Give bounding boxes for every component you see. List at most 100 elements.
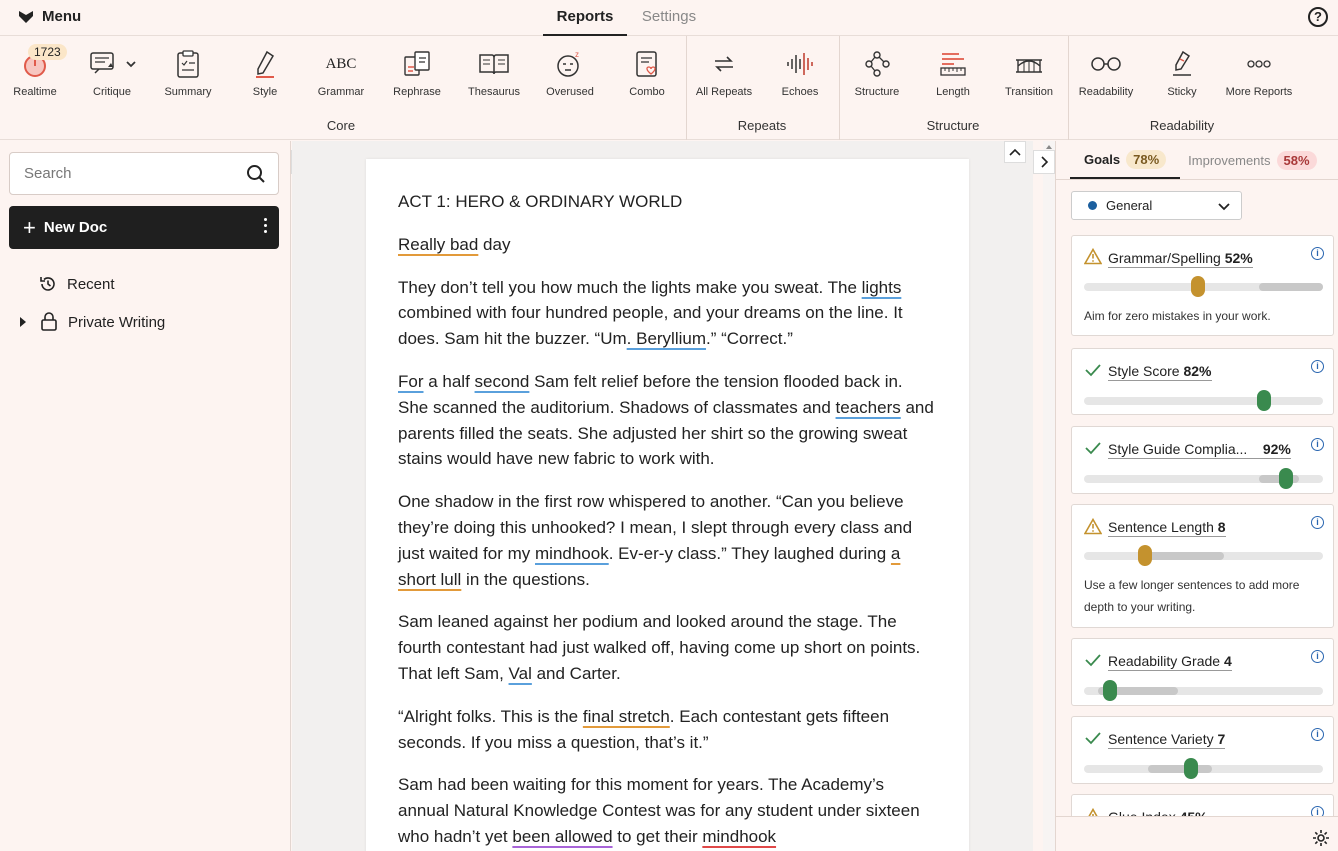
length-label: Length <box>936 86 970 98</box>
goal-profile-select[interactable]: General <box>1071 191 1242 220</box>
goal-slider[interactable] <box>1084 680 1323 701</box>
collapse-ribbon-button[interactable] <box>1004 141 1026 163</box>
all-repeats-button[interactable]: All Repeats <box>686 46 762 98</box>
check-icon <box>1085 442 1101 455</box>
info-icon[interactable]: i <box>1311 516 1324 529</box>
menu-button[interactable]: Menu <box>18 8 81 25</box>
slider-knob[interactable] <box>1138 545 1152 566</box>
report-ribbon: Realtime 1723 Critique Summary Style ABC… <box>0 36 1338 140</box>
highlight-phrase[interactable]: . Beryllium <box>627 329 706 348</box>
highlight-phrase[interactable]: For <box>398 372 424 391</box>
check-icon <box>1085 364 1101 377</box>
highlight-phrase[interactable]: teachers <box>836 398 901 417</box>
document-area: ACT 1: HERO & ORDINARY WORLD Really bad … <box>292 141 1033 851</box>
sticky-button[interactable]: Sticky <box>1144 46 1220 98</box>
tab-reports[interactable]: Reports <box>543 0 627 36</box>
help-icon[interactable]: ? <box>1308 7 1328 27</box>
collapse-right-panel-button[interactable] <box>1033 150 1055 174</box>
goal-card-sentence-variety[interactable]: Sentence Variety 7 i <box>1071 716 1334 784</box>
echoes-button[interactable]: Echoes <box>762 46 838 98</box>
goal-card-style-guide[interactable]: Style Guide Complia... 92% i <box>1071 426 1334 494</box>
glasses-icon <box>1091 57 1121 71</box>
more-vertical-icon[interactable] <box>264 218 267 233</box>
logo-icon <box>19 10 33 23</box>
sticky-label: Sticky <box>1167 86 1197 98</box>
select-value: General <box>1106 198 1153 213</box>
goal-card-style-score[interactable]: Style Score 82% i <box>1071 348 1334 415</box>
highlight-phrase[interactable]: Really bad <box>398 235 478 254</box>
structure-button[interactable]: Structure <box>839 46 915 98</box>
goal-title: Grammar/Spelling <box>1108 250 1221 266</box>
grammar-button[interactable]: ABC Grammar <box>303 46 379 99</box>
check-icon <box>1085 732 1101 745</box>
overused-label: Overused <box>546 86 594 98</box>
text-run: a half <box>423 371 475 391</box>
more-reports-label: More Reports <box>1225 86 1293 98</box>
highlight-phrase[interactable]: final stretch <box>583 707 670 726</box>
combo-button[interactable]: Combo <box>609 46 685 98</box>
summary-button[interactable]: Summary <box>150 46 226 98</box>
goal-slider[interactable] <box>1084 390 1323 411</box>
slider-knob[interactable] <box>1191 276 1205 297</box>
highlight-phrase[interactable]: Val <box>509 664 532 683</box>
slider-knob[interactable] <box>1257 390 1271 411</box>
thesaurus-button[interactable]: Thesaurus <box>456 46 532 98</box>
info-icon[interactable]: i <box>1311 650 1324 663</box>
abc-icon: ABC <box>325 55 357 72</box>
search-icon[interactable] <box>246 164 266 184</box>
goal-slider[interactable] <box>1084 758 1323 779</box>
goal-card-readability-grade[interactable]: Readability Grade 4 i <box>1071 638 1334 706</box>
goal-title: Sentence Variety <box>1108 731 1214 747</box>
scrollbar[interactable] <box>1043 141 1055 851</box>
caret-right-icon[interactable] <box>18 316 28 328</box>
sleepy-face-icon: z <box>557 50 579 77</box>
rephrase-button[interactable]: Rephrase <box>379 46 455 98</box>
text-run: “Alright folks. This is the <box>398 706 583 726</box>
tab-goals[interactable]: Goals 78% <box>1070 141 1181 179</box>
overused-button[interactable]: z Overused <box>532 46 608 98</box>
highlight-phrase[interactable]: been allowed <box>512 827 612 846</box>
slider-knob[interactable] <box>1103 680 1117 701</box>
slider-target-range <box>1148 552 1224 560</box>
highlight-phrase[interactable]: second <box>475 372 530 391</box>
top-bar: Menu Reports Settings ? <box>0 0 1338 36</box>
goal-slider[interactable] <box>1084 468 1323 489</box>
goal-slider[interactable] <box>1084 276 1323 297</box>
info-icon[interactable]: i <box>1311 360 1324 373</box>
info-icon[interactable]: i <box>1311 438 1324 451</box>
tab-settings[interactable]: Settings <box>627 0 711 36</box>
pen-icon <box>256 50 275 78</box>
highlight-phrase[interactable]: lights <box>862 278 902 297</box>
new-doc-button[interactable]: + New Doc <box>9 206 279 249</box>
style-label: Style <box>252 86 278 98</box>
more-reports-button[interactable]: More Reports <box>1221 46 1297 98</box>
repeat-icon <box>715 56 733 72</box>
slider-knob[interactable] <box>1184 758 1198 779</box>
critique-label: Critique <box>93 86 131 98</box>
warning-icon <box>1084 248 1102 265</box>
document-page[interactable]: ACT 1: HERO & ORDINARY WORLD Really bad … <box>366 159 969 851</box>
goal-card-sentence-length[interactable]: Sentence Length 8 i Use a few longer sen… <box>1071 504 1334 628</box>
readability-button[interactable]: Readability <box>1068 46 1144 98</box>
text-run: day <box>478 234 511 254</box>
sidebar-item-recent[interactable]: Recent <box>38 274 115 294</box>
length-button[interactable]: Length <box>915 46 991 98</box>
gear-icon[interactable] <box>1312 829 1330 847</box>
slider-knob[interactable] <box>1279 468 1293 489</box>
doc-heading: ACT 1: HERO & ORDINARY WORLD <box>398 192 683 211</box>
sticky-pen-icon <box>1173 50 1191 76</box>
tab-improvements[interactable]: Improvements 58% <box>1180 141 1317 179</box>
info-icon[interactable]: i <box>1311 728 1324 741</box>
sidebar-item-private-writing[interactable]: Private Writing <box>18 312 165 332</box>
style-button[interactable]: Style <box>227 46 303 98</box>
info-icon[interactable]: i <box>1311 247 1324 260</box>
goal-card-grammar-spelling[interactable]: Grammar/Spelling 52% i Aim for zero mist… <box>1071 235 1334 336</box>
critique-button[interactable]: Critique <box>74 46 150 98</box>
structure-label: Structure <box>854 86 900 98</box>
goal-slider[interactable] <box>1084 545 1323 566</box>
highlight-phrase[interactable]: mindhook <box>702 827 776 846</box>
transition-button[interactable]: Transition <box>991 46 1067 98</box>
search-input[interactable] <box>24 165 224 182</box>
goal-value: 7 <box>1217 731 1226 747</box>
highlight-phrase[interactable]: mindhook <box>535 544 609 563</box>
